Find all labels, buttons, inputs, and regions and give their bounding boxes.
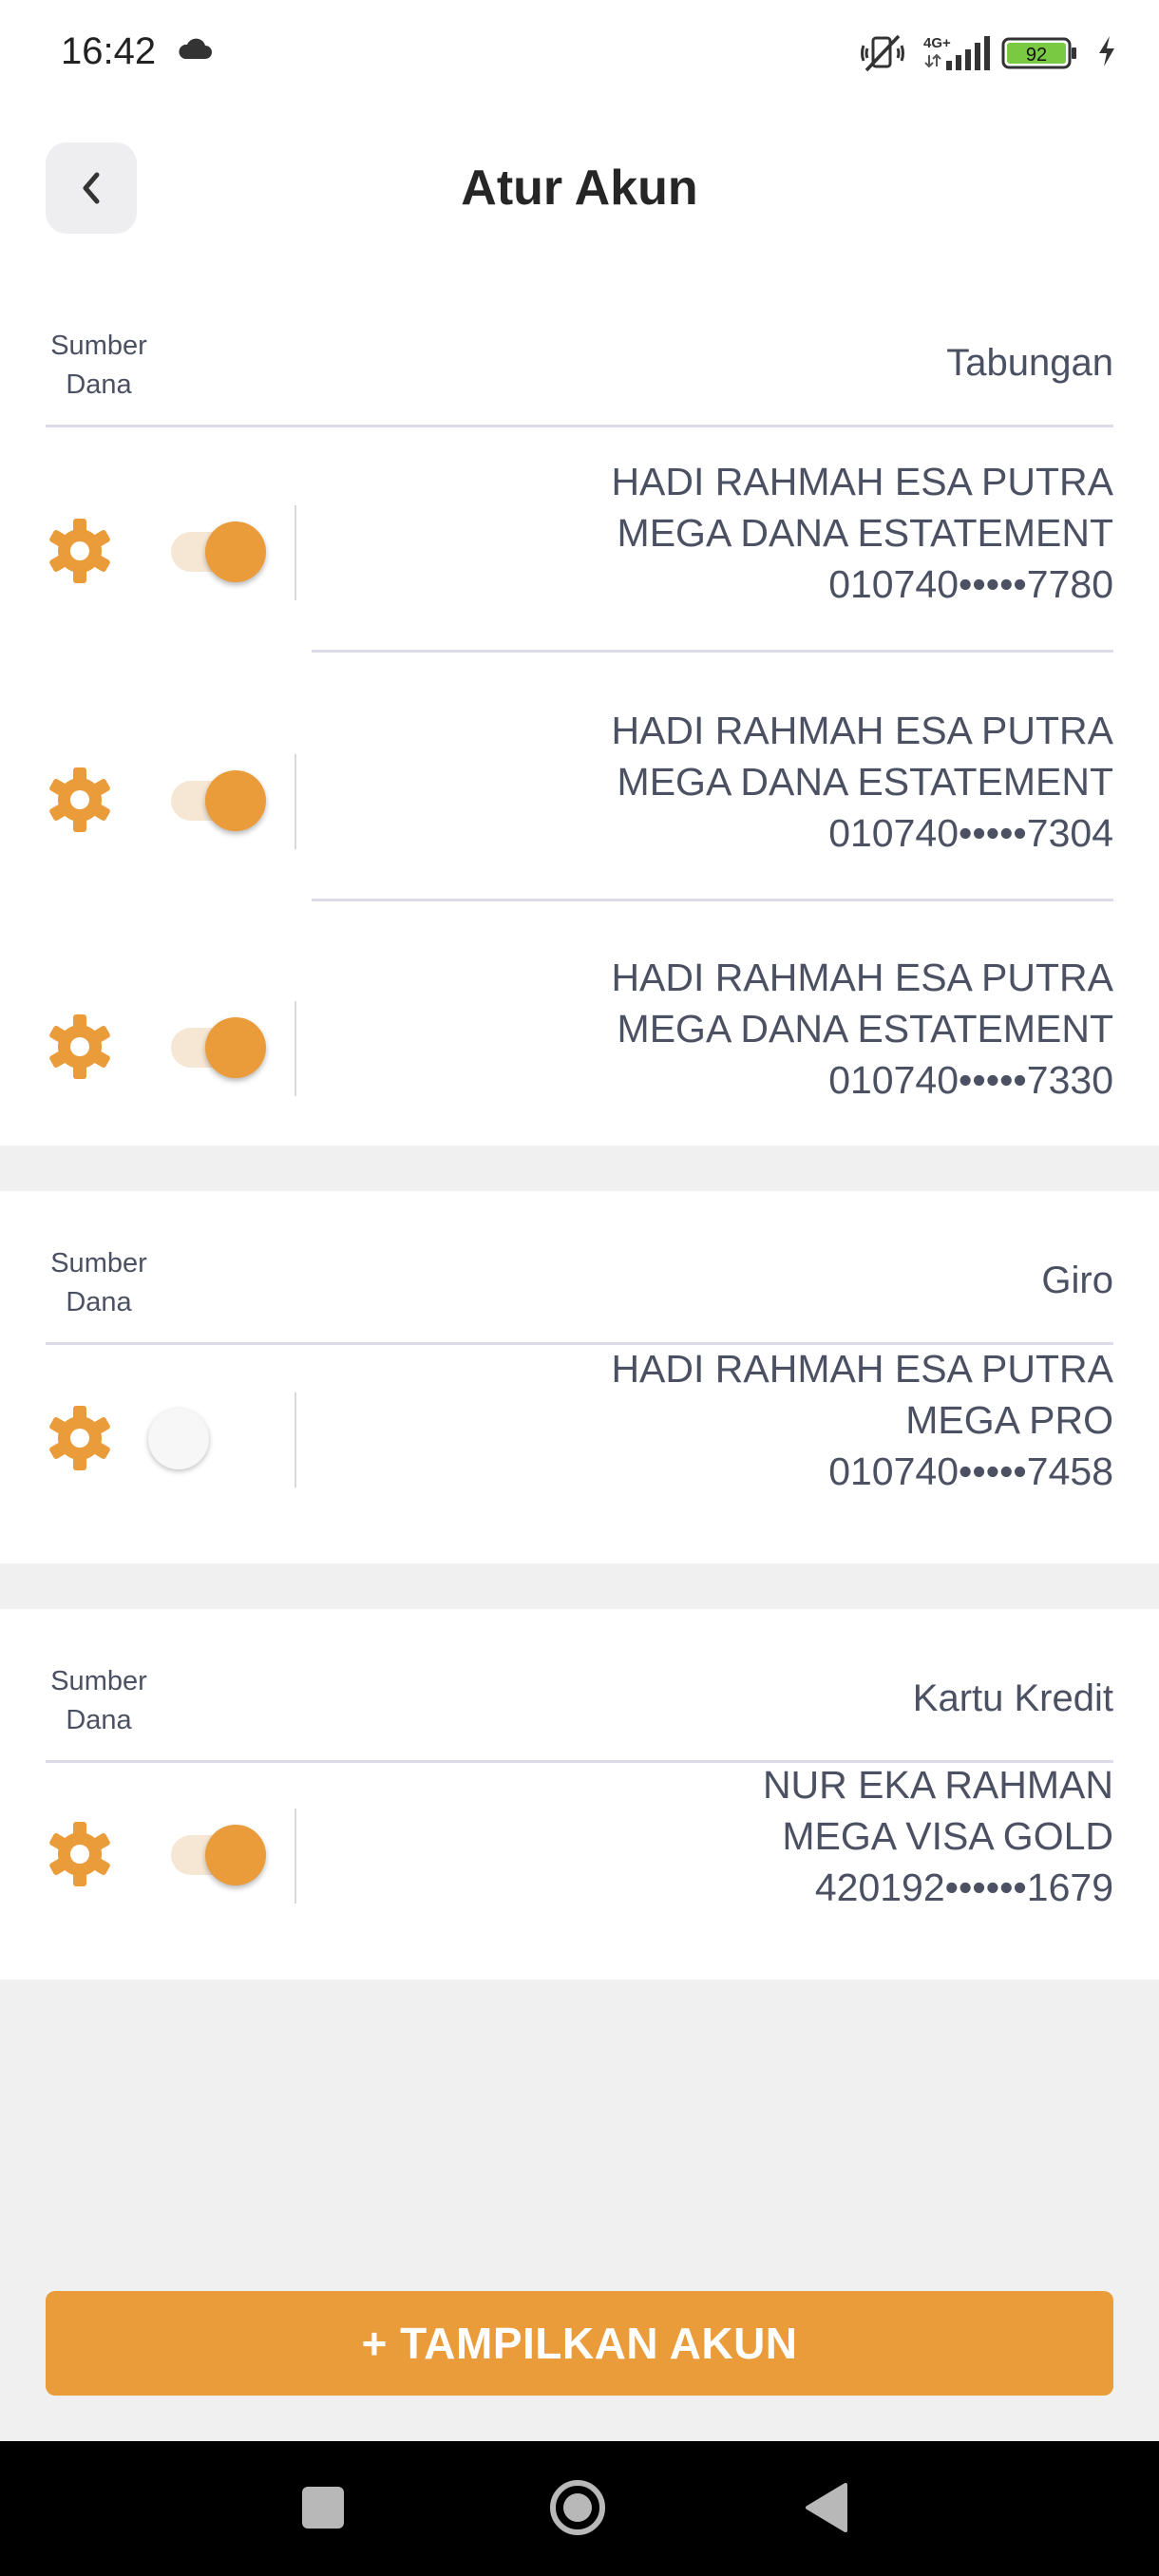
account-row: HADI RAHMAH ESA PUTRA MEGA DANA ESTATEME… (0, 923, 1159, 1172)
account-toggle[interactable] (171, 521, 266, 582)
account-info: HADI RAHMAH ESA PUTRA MEGA DANA ESTATEME… (611, 456, 1113, 610)
vertical-divider (294, 1809, 296, 1904)
account-name: HADI RAHMAH ESA PUTRA (611, 709, 1113, 752)
account-row: HADI RAHMAH ESA PUTRA MEGA PRO 010740•••… (0, 1315, 1159, 1563)
section-kartu-kredit: Sumber Dana Kartu Kredit NUR EKA RAHMAN … (0, 1609, 1159, 1979)
account-product: MEGA DANA ESTATEMENT (617, 511, 1113, 555)
back-nav-button[interactable] (804, 2481, 851, 2534)
section-label: Sumber Dana (50, 331, 147, 400)
row-separator (312, 899, 1113, 901)
account-product: MEGA DANA ESTATEMENT (617, 1007, 1113, 1051)
section-header: Sumber Dana Tabungan (46, 327, 1113, 427)
toggle-knob (205, 1825, 266, 1885)
navigation-bar (0, 2441, 1159, 2576)
account-toggle[interactable] (148, 1409, 258, 1469)
vertical-divider (294, 505, 296, 600)
section-giro: Sumber Dana Giro HADI RAHMAH ESA PUTRA M… (0, 1191, 1159, 1563)
account-toggle[interactable] (171, 770, 266, 831)
status-time: 16:42 (61, 30, 157, 72)
gear-icon[interactable] (46, 1013, 114, 1081)
battery-icon: 92 (1001, 37, 1076, 69)
section-type: Giro (1041, 1260, 1113, 1301)
account-name: HADI RAHMAH ESA PUTRA (611, 1347, 1113, 1391)
account-toggle[interactable] (171, 1825, 266, 1885)
account-number: 010740•••••7330 (828, 1058, 1113, 1102)
account-info: HADI RAHMAH ESA PUTRA MEGA DANA ESTATEME… (611, 705, 1113, 859)
account-name: NUR EKA RAHMAN (762, 1763, 1113, 1807)
screen: 16:42 4G+ 92 Atur Akun Sumber Dana Tabun… (0, 0, 1159, 2576)
vertical-divider (294, 754, 296, 849)
gear-icon[interactable] (46, 1820, 114, 1888)
toggle-knob (205, 1017, 266, 1078)
row-separator (312, 650, 1113, 653)
mute-icon (861, 34, 904, 72)
vertical-divider (294, 1001, 296, 1096)
toggle-knob (205, 770, 266, 831)
toggle-knob (205, 521, 266, 582)
status-bar: 16:42 4G+ 92 (0, 0, 1159, 103)
account-number: 010740•••••7304 (828, 811, 1113, 855)
cloud-icon (179, 38, 212, 59)
recents-button[interactable] (302, 2487, 344, 2529)
account-row: NUR EKA RAHMAN MEGA VISA GOLD 420192••••… (0, 1731, 1159, 1979)
charging-icon (1099, 36, 1114, 66)
section-label: Sumber Dana (50, 1248, 147, 1317)
toggle-knob (148, 1409, 209, 1469)
account-name: HADI RAHMAH ESA PUTRA (611, 956, 1113, 999)
section-tabungan: Sumber Dana Tabungan HADI RAHMAH ESA PUT… (0, 274, 1159, 1146)
account-row: HADI RAHMAH ESA PUTRA MEGA DANA ESTATEME… (0, 427, 1159, 676)
account-product: MEGA DANA ESTATEMENT (617, 760, 1113, 804)
signal-icon: 4G+ (923, 35, 990, 70)
show-account-button[interactable]: + TAMPILKAN AKUN (46, 2291, 1113, 2396)
account-number: 420192••••••1679 (814, 1866, 1113, 1909)
account-info: NUR EKA RAHMAN MEGA VISA GOLD 420192••••… (763, 1759, 1113, 1913)
account-name: HADI RAHMAH ESA PUTRA (611, 460, 1113, 503)
battery-level: 92 (1026, 45, 1047, 66)
network-label: 4G+ (923, 35, 951, 51)
page-title: Atur Akun (461, 161, 698, 216)
section-label: Sumber Dana (50, 1666, 147, 1735)
account-number: 010740•••••7780 (828, 562, 1113, 606)
account-number: 010740•••••7458 (828, 1449, 1113, 1493)
gear-icon[interactable] (46, 1404, 114, 1472)
account-toggle[interactable] (171, 1017, 266, 1078)
home-button[interactable] (547, 2477, 608, 2538)
gear-icon[interactable] (46, 517, 114, 585)
vertical-divider (294, 1392, 296, 1487)
account-row: HADI RAHMAH ESA PUTRA MEGA DANA ESTATEME… (0, 676, 1159, 925)
account-info: HADI RAHMAH ESA PUTRA MEGA DANA ESTATEME… (611, 952, 1113, 1106)
section-type: Kartu Kredit (912, 1677, 1113, 1719)
account-info: HADI RAHMAH ESA PUTRA MEGA PRO 010740•••… (611, 1343, 1113, 1497)
app-header: Atur Akun (0, 103, 1159, 274)
section-type: Tabungan (946, 342, 1113, 384)
gear-icon[interactable] (46, 766, 114, 834)
account-product: MEGA PRO (905, 1398, 1113, 1442)
account-product: MEGA VISA GOLD (782, 1814, 1113, 1858)
